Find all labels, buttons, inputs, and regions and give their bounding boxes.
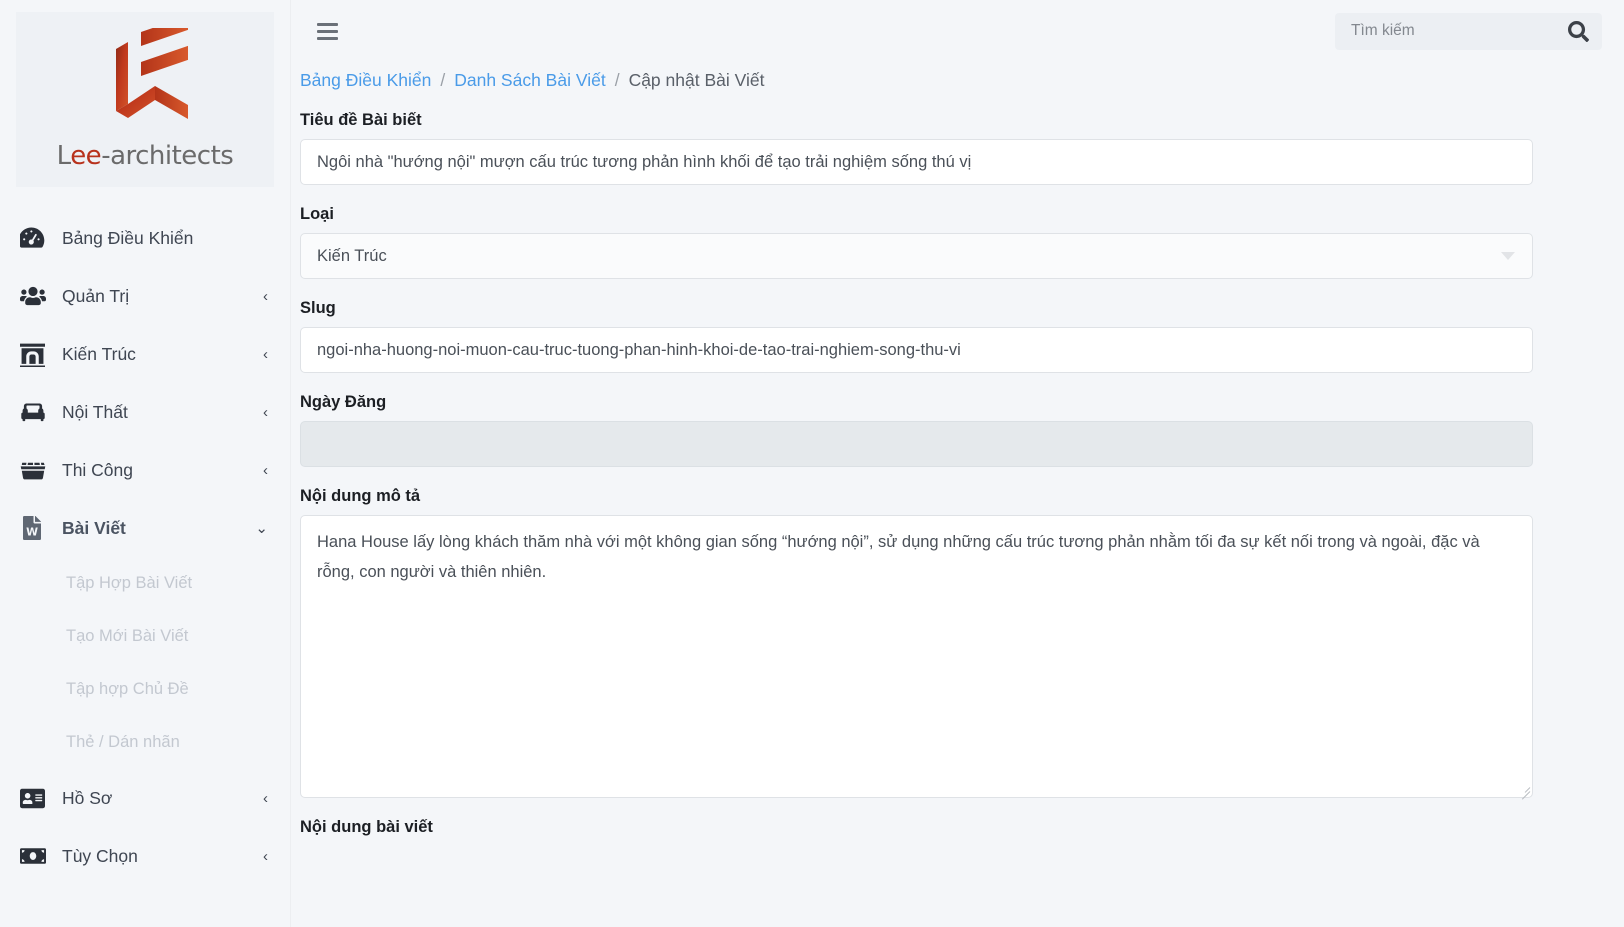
- sidebar-item-ho-so[interactable]: Hồ Sơ ‹: [0, 769, 290, 827]
- chevron-left-icon: ‹: [263, 403, 268, 421]
- money-bill-icon: [20, 843, 50, 869]
- breadcrumb: Bảng Điều Khiển / Danh Sách Bài Viết / C…: [300, 62, 1572, 91]
- field-title: Tiêu đề Bài biết: [300, 111, 1572, 185]
- sidebar-item-thi-cong[interactable]: Thi Công ‹: [0, 441, 290, 499]
- post-category-select[interactable]: Kiến Trúc: [300, 233, 1533, 279]
- field-category-label: Loại: [300, 205, 334, 223]
- users-icon: [20, 283, 50, 309]
- description-textarea-wrapper: [300, 515, 1533, 800]
- chevron-left-icon: ‹: [263, 287, 268, 305]
- field-category: Loại Kiến Trúc: [300, 205, 1572, 279]
- sidebar-submenu-bai-viet: Tập Hợp Bài Viết Tạo Mới Bài Viết Tập hợ…: [0, 557, 290, 769]
- field-publish-date: Ngày Đăng: [300, 393, 1572, 467]
- breadcrumb-separator: /: [440, 70, 446, 90]
- main-area: Bảng Điều Khiển / Danh Sách Bài Viết / C…: [291, 0, 1624, 927]
- field-description: Nội dung mô tả: [300, 487, 1572, 800]
- svg-text:W: W: [26, 526, 38, 539]
- chevron-left-icon: ‹: [263, 789, 268, 807]
- word-file-icon: W: [20, 516, 50, 540]
- sidebar-item-label: Kiến Trúc: [62, 343, 136, 364]
- sidebar-nav: Bảng Điều Khiển Quản Trị ‹ Kiến Trúc ‹ N…: [0, 209, 290, 885]
- sidebar-item-noi-that[interactable]: Nội Thất ‹: [0, 383, 290, 441]
- breadcrumb-separator: /: [614, 70, 620, 90]
- field-slug: Slug: [300, 299, 1572, 373]
- app-root: Lee-architects Bảng Điều Khiển Quản Trị …: [0, 0, 1624, 927]
- chevron-down-icon: ⌄: [255, 519, 268, 537]
- post-description-textarea[interactable]: [300, 515, 1533, 798]
- chevron-left-icon: ‹: [263, 345, 268, 363]
- sidebar-item-label: Bảng Điều Khiển: [62, 227, 194, 248]
- chevron-left-icon: ‹: [263, 461, 268, 479]
- post-slug-input[interactable]: [300, 327, 1533, 373]
- sidebar-subitem-tap-hop-bai-viet[interactable]: Tập Hợp Bài Viết: [0, 557, 290, 610]
- sidebar-item-label: Tùy Chọn: [62, 845, 138, 866]
- dumpster-icon: [20, 457, 50, 483]
- sidebar-subitem-label: Tập Hợp Bài Viết: [66, 574, 193, 592]
- sidebar-subitem-tap-hop-chu-de[interactable]: Tập hợp Chủ Đề: [0, 663, 290, 716]
- sidebar-subitem-label: Tập hợp Chủ Đề: [66, 680, 189, 698]
- sidebar-subitem-the-dan-nhan[interactable]: Thẻ / Dán nhãn: [0, 716, 290, 769]
- chevron-left-icon: ‹: [263, 847, 268, 865]
- sidebar: Lee-architects Bảng Điều Khiển Quản Trị …: [0, 0, 291, 927]
- field-slug-label: Slug: [300, 299, 336, 317]
- hamburger-icon[interactable]: [307, 11, 347, 51]
- sidebar-item-bang-dieu-khien[interactable]: Bảng Điều Khiển: [0, 209, 290, 267]
- search-box[interactable]: [1335, 12, 1602, 50]
- breadcrumb-item-dashboard[interactable]: Bảng Điều Khiển: [300, 70, 431, 91]
- brand-logo[interactable]: Lee-architects: [16, 12, 274, 187]
- sidebar-item-label: Thi Công: [62, 459, 134, 480]
- breadcrumb-item-current: Cập nhật Bài Viết: [628, 70, 765, 90]
- couch-icon: [20, 399, 50, 425]
- field-body-label: Nội dung bài viết: [300, 818, 433, 836]
- chevron-down-icon: [1501, 252, 1515, 260]
- sidebar-item-label: Quản Trị: [62, 285, 130, 306]
- sidebar-item-kien-truc[interactable]: Kiến Trúc ‹: [0, 325, 290, 383]
- search-input[interactable]: [1349, 21, 1568, 41]
- sidebar-item-label: Nội Thất: [62, 401, 128, 422]
- sidebar-subitem-label: Tạo Mới Bài Viết: [66, 627, 189, 645]
- archway-icon: [20, 342, 50, 367]
- sidebar-subitem-label: Thẻ / Dán nhãn: [66, 733, 180, 751]
- search-icon[interactable]: [1568, 20, 1589, 42]
- sidebar-subitem-tao-moi-bai-viet[interactable]: Tạo Mới Bài Viết: [0, 610, 290, 663]
- sidebar-item-label: Bài Viết: [62, 517, 126, 538]
- brand-name: Lee-architects: [56, 141, 234, 171]
- post-publish-date-input[interactable]: [300, 421, 1533, 467]
- page-content: Bảng Điều Khiển / Danh Sách Bài Viết / C…: [291, 62, 1624, 837]
- field-publish-date-label: Ngày Đăng: [300, 393, 387, 411]
- sidebar-item-tuy-chon[interactable]: Tùy Chọn ‹: [0, 827, 290, 885]
- field-title-label: Tiêu đề Bài biết: [300, 111, 422, 129]
- sidebar-item-quan-tri[interactable]: Quản Trị ‹: [0, 267, 290, 325]
- dashboard-gauge-icon: [20, 226, 50, 251]
- sidebar-item-label: Hồ Sơ: [62, 787, 113, 808]
- post-title-input[interactable]: [300, 139, 1533, 185]
- lee-architects-logo-icon: [115, 28, 188, 119]
- post-category-value: Kiến Trúc: [317, 246, 387, 265]
- field-description-label: Nội dung mô tả: [300, 487, 421, 505]
- id-card-icon: [20, 786, 50, 811]
- breadcrumb-item-post-list[interactable]: Danh Sách Bài Viết: [454, 70, 605, 91]
- sidebar-item-bai-viet[interactable]: W Bài Viết ⌄: [0, 499, 290, 557]
- top-bar: [291, 0, 1624, 62]
- field-body: Nội dung bài viết: [300, 818, 1572, 837]
